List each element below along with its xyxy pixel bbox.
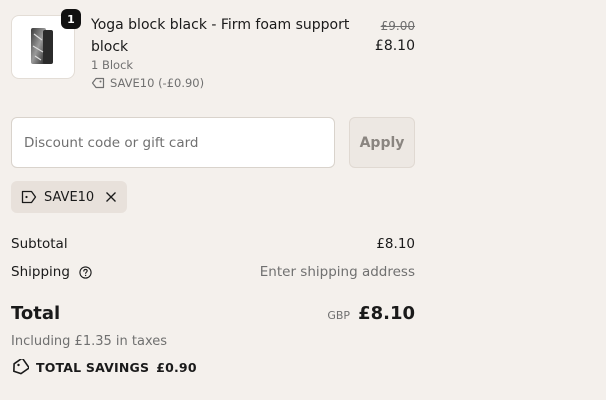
tag-icon <box>13 359 29 375</box>
savings-label: TOTAL SAVINGS <box>36 359 150 375</box>
total-label: Total <box>11 303 61 324</box>
tax-note: Including £1.35 in taxes <box>11 334 168 349</box>
savings-value: £0.90 <box>156 359 197 375</box>
shipping-row-label: Shipping <box>11 264 92 280</box>
total-value-group: GBP £8.10 <box>327 303 415 324</box>
total-amount: £8.10 <box>358 303 415 324</box>
applied-discount-chip: SAVE10 <box>11 181 128 213</box>
tag-icon <box>21 190 37 204</box>
help-icon[interactable] <box>79 265 92 279</box>
currency-code: GBP <box>327 309 351 322</box>
product-variant: 1 Block <box>91 58 134 72</box>
line-price: £8.10 <box>374 38 415 54</box>
close-icon <box>106 192 117 202</box>
line-discount: SAVE10 (-£0.90) <box>91 76 204 90</box>
apply-button[interactable]: Apply <box>349 117 415 168</box>
shipping-label: Shipping <box>11 264 70 280</box>
original-price: £9.00 <box>380 19 415 33</box>
question-circle-icon <box>79 265 92 279</box>
quantity-badge: 1 <box>61 9 81 29</box>
remove-discount-button[interactable] <box>105 191 117 203</box>
applied-code-label: SAVE10 <box>44 189 95 205</box>
product-title: Yoga block black - Firm foam support blo… <box>91 17 350 55</box>
shipping-value: Enter shipping address <box>259 264 415 280</box>
discount-code-input[interactable] <box>11 117 335 168</box>
subtotal-value: £8.10 <box>376 236 415 252</box>
tag-icon <box>91 77 105 89</box>
line-discount-label: SAVE10 (-£0.90) <box>110 76 205 90</box>
total-savings: TOTAL SAVINGS £0.90 <box>11 359 197 375</box>
subtotal-label: Subtotal <box>11 236 68 252</box>
